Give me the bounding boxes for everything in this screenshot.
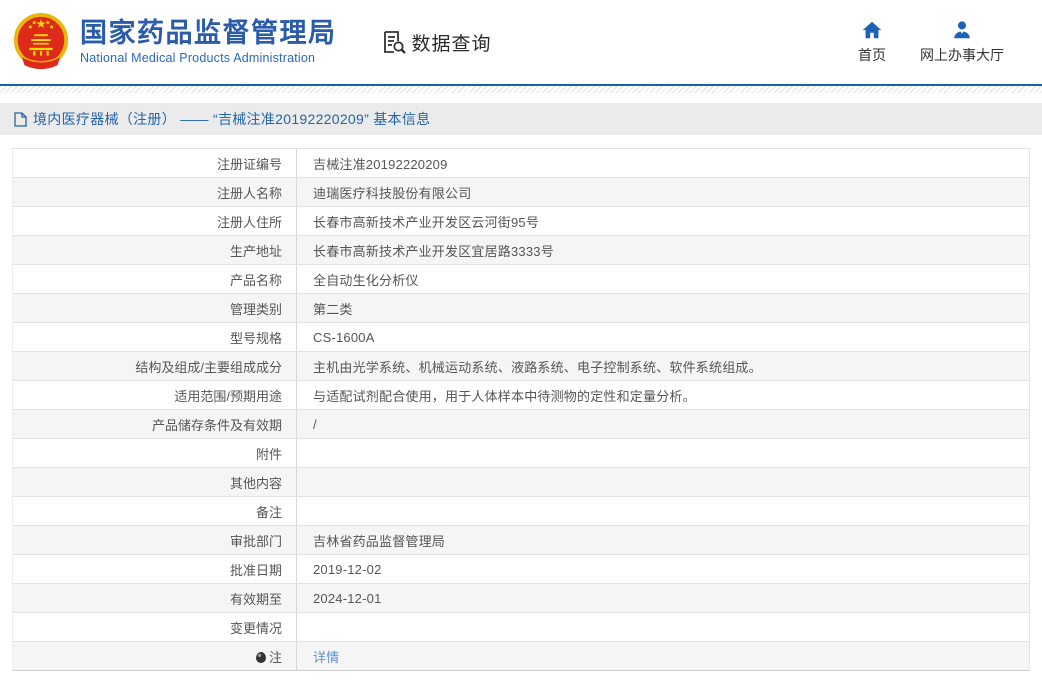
table-row: 附件 — [13, 439, 1029, 468]
table-row: 变更情况 — [13, 613, 1029, 642]
row-label: 结构及组成/主要组成成分 — [13, 352, 297, 380]
info-table: 注册证编号 吉械注准20192220209 注册人名称 迪瑞医疗科技股份有限公司 注册人… — [12, 148, 1030, 671]
row-value: 吉械注准20192220209 — [313, 156, 448, 172]
nav-hall-label: 网上办事大厅 — [920, 47, 1004, 63]
document-search-icon — [383, 31, 406, 54]
table-row: 注册人名称 迪瑞医疗科技股份有限公司 — [13, 178, 1029, 207]
row-value — [297, 613, 313, 641]
row-value: 详情 — [297, 642, 339, 670]
table-row: 注详情 — [13, 642, 1029, 671]
row-value — [297, 497, 313, 525]
nav-online-hall[interactable]: 网上办事大厅 — [920, 19, 1004, 65]
row-label: 注册证编号 — [13, 149, 297, 177]
row-value: 与适配试剂配合使用，用于人体样本中待测物的定性和定量分析。 — [313, 388, 696, 404]
row-value: CS-1600A — [313, 329, 375, 345]
nav-home[interactable]: 首页 — [858, 19, 886, 65]
row-label: 其他内容 — [13, 468, 297, 496]
table-row: 注册人住所 长春市高新技术产业开发区云河街95号 — [13, 207, 1029, 236]
row-label: 审批部门 — [13, 526, 297, 554]
detail-link[interactable]: 详情 — [313, 647, 339, 666]
data-query-entry[interactable]: 数据查询 — [381, 29, 492, 56]
row-value: 迪瑞医疗科技股份有限公司 — [313, 185, 472, 201]
page-icon — [14, 111, 27, 127]
row-label: 有效期至 — [13, 584, 297, 612]
table-row: 产品名称 全自动生化分析仪 — [13, 265, 1029, 294]
row-label: 生产地址 — [13, 236, 297, 264]
row-value — [297, 439, 313, 467]
table-row: 审批部门 吉林省药品监督管理局 — [13, 526, 1029, 555]
header-nav: 首页 网上办事大厅 — [858, 19, 1004, 65]
site-subtitle: National Medical Products Administration — [80, 51, 316, 66]
table-row: 结构及组成/主要组成成分 主机由光学系统、机械运动系统、液路系统、电子控制系统、软… — [13, 352, 1029, 381]
table-row: 其他内容 — [13, 468, 1029, 497]
row-value: 2019-12-02 — [313, 561, 382, 577]
nmpa-logo[interactable]: 国家药品监督管理局 National Medical Products Admi… — [0, 3, 337, 81]
row-value: 第二类 — [313, 301, 353, 317]
row-label: 批准日期 — [13, 555, 297, 583]
brand-block: 国家药品监督管理局 National Medical Products Admi… — [80, 17, 337, 66]
breadcrumb-text: 境内医疗器械（注册） —— “吉械注准20192220209” 基本信息 — [33, 111, 431, 127]
row-value: 主机由光学系统、机械运动系统、液路系统、电子控制系统、软件系统组成。 — [313, 359, 762, 375]
row-label: 注册人住所 — [13, 207, 297, 235]
table-row: 产品储存条件及有效期 / — [13, 410, 1029, 439]
table-row: 注册证编号 吉械注准20192220209 — [13, 149, 1029, 178]
row-value: 长春市高新技术产业开发区云河街95号 — [313, 214, 540, 230]
row-label: 适用范围/预期用途 — [13, 381, 297, 409]
row-value: 长春市高新技术产业开发区宜居路3333号 — [313, 243, 554, 259]
person-icon — [954, 21, 970, 39]
table-row: 适用范围/预期用途 与适配试剂配合使用，用于人体样本中待测物的定性和定量分析。 — [13, 381, 1029, 410]
table-row: 批准日期 2019-12-02 — [13, 555, 1029, 584]
row-value — [297, 468, 313, 496]
stripe-divider — [0, 86, 1042, 93]
nav-home-label: 首页 — [858, 47, 886, 63]
row-label: 产品名称 — [13, 265, 297, 293]
page-header: 国家药品监督管理局 National Medical Products Admi… — [0, 0, 1042, 84]
national-emblem-icon — [13, 12, 69, 70]
row-label: 注 — [13, 642, 297, 670]
row-value: 吉林省药品监督管理局 — [313, 533, 446, 549]
table-row: 备注 — [13, 497, 1029, 526]
row-label: 注册人名称 — [13, 178, 297, 206]
table-row: 有效期至 2024-12-01 — [13, 584, 1029, 613]
breadcrumb: 境内医疗器械（注册） —— “吉械注准20192220209” 基本信息 — [0, 103, 1042, 135]
bulb-icon — [255, 651, 266, 663]
row-value: 2024-12-01 — [313, 590, 382, 606]
data-query-label: 数据查询 — [411, 33, 492, 55]
table-row: 管理类别 第二类 — [13, 294, 1029, 323]
row-label: 管理类别 — [13, 294, 297, 322]
row-label: 产品储存条件及有效期 — [13, 410, 297, 438]
site-title: 国家药品监督管理局 — [80, 17, 337, 48]
row-label: 型号规格 — [13, 323, 297, 351]
row-value: 全自动生化分析仪 — [313, 272, 419, 288]
row-label: 备注 — [13, 497, 297, 525]
table-row: 生产地址 长春市高新技术产业开发区宜居路3333号 — [13, 236, 1029, 265]
table-row: 型号规格 CS-1600A — [13, 323, 1029, 352]
row-label: 附件 — [13, 439, 297, 467]
home-icon — [862, 21, 882, 39]
row-value: / — [313, 416, 317, 432]
row-label: 变更情况 — [13, 613, 297, 641]
